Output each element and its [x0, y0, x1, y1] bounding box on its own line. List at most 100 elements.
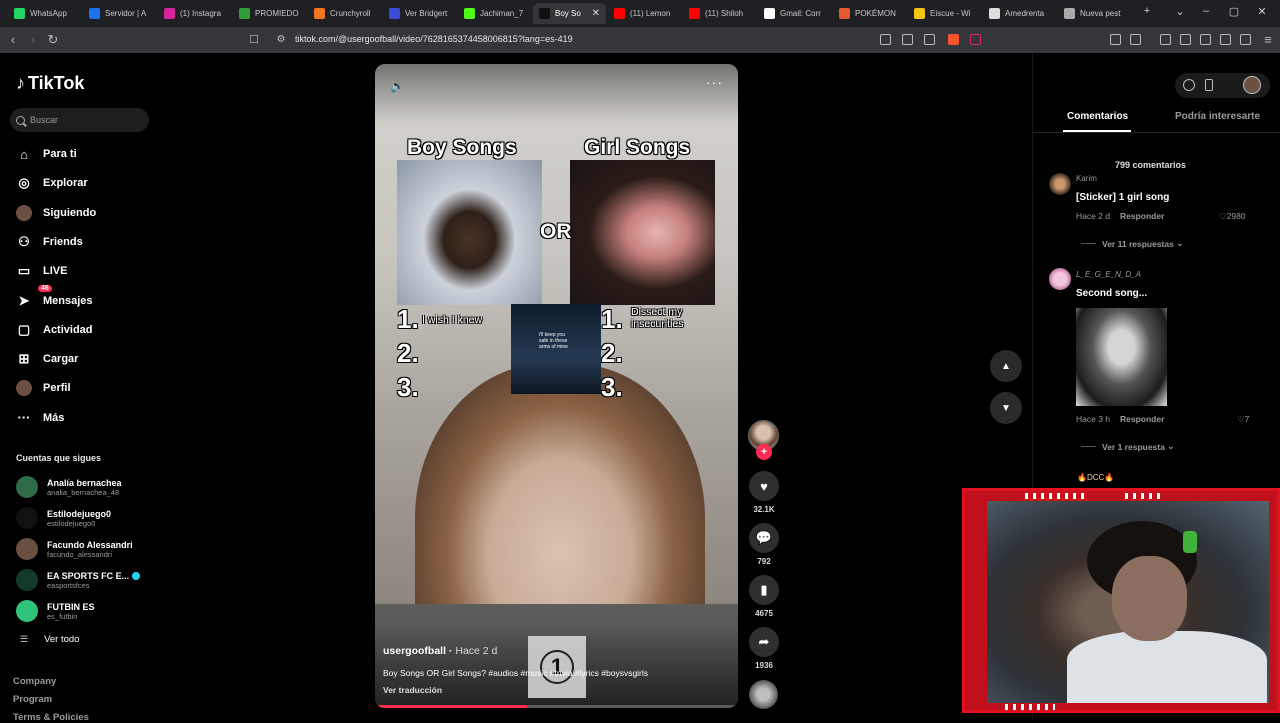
footer-company[interactable]: Company: [13, 676, 56, 687]
brave-shield-icon[interactable]: [948, 34, 959, 45]
comment-sticker-image[interactable]: [1076, 308, 1167, 406]
comment-like[interactable]: ♡7: [1237, 414, 1249, 425]
wallet-icon[interactable]: [1200, 34, 1211, 45]
comment-user[interactable]: 🔥DCC🔥: [1077, 473, 1114, 482]
browser-tab[interactable]: Boy So ✕: [533, 3, 606, 24]
more-icon: ···: [17, 410, 31, 426]
tab-favicon-icon: [314, 8, 325, 19]
browser-tab[interactable]: Gmail: Corr: [758, 3, 831, 24]
user-avatar[interactable]: [1243, 76, 1261, 94]
screenshot-icon[interactable]: [1130, 34, 1141, 45]
view-replies-button[interactable]: Ver 11 respuestas ⌄: [1081, 238, 1183, 249]
comment-like[interactable]: ♡2980: [1219, 211, 1246, 222]
browser-tab[interactable]: POKÉMON: [833, 3, 906, 24]
following-account[interactable]: FUTBIN ES es_futbin: [16, 599, 95, 623]
tab-you-may-like[interactable]: Podría interesarte: [1175, 111, 1261, 122]
following-account[interactable]: EA SPORTS FC E... easportsfces: [16, 568, 141, 592]
video-author[interactable]: usergoofball · Hace 2 d: [383, 645, 497, 657]
reload-icon[interactable]: ↻: [45, 32, 61, 48]
extension-icon[interactable]: [880, 34, 891, 45]
browser-tab[interactable]: Eiscue - Wi: [908, 3, 981, 24]
url-text[interactable]: tiktok.com/@usergoofball/video/762816537…: [295, 34, 573, 44]
friends-icon: ⚇: [18, 233, 30, 249]
tab-search-icon[interactable]: ⌄: [1170, 5, 1190, 18]
browser-tab[interactable]: WhatsApp: [8, 3, 81, 24]
reply-button[interactable]: Responder: [1120, 211, 1164, 221]
close-window-icon[interactable]: ✕: [1252, 5, 1272, 18]
like-action[interactable]: ♥ 32.1K: [748, 471, 780, 514]
back-icon[interactable]: ‹: [5, 32, 21, 48]
sidebar-item-live[interactable]: ▭ LIVE: [16, 261, 68, 281]
maximize-icon[interactable]: ▢: [1224, 5, 1244, 18]
open-icon[interactable]: [902, 34, 913, 45]
menu-icon[interactable]: ≡: [1260, 32, 1276, 48]
extensions-icon[interactable]: [1110, 34, 1121, 45]
tiktok-logo[interactable]: ♪ TikTok: [16, 73, 84, 94]
sidebar-item-profile-avatar[interactable]: ● Perfil: [16, 378, 71, 398]
share-icon[interactable]: [924, 34, 935, 45]
comment-action[interactable]: 💬 792: [748, 523, 780, 566]
browser-tab[interactable]: Crunchyroll: [308, 3, 381, 24]
browser-tab[interactable]: (1) Instagra: [158, 3, 231, 24]
tip-icon[interactable]: [1183, 79, 1195, 91]
rewards-icon[interactable]: [970, 34, 981, 45]
comment-avatar[interactable]: [1049, 268, 1071, 290]
previous-video-chevron-up-icon[interactable]: ▲: [990, 350, 1022, 382]
footer-program[interactable]: Program: [13, 694, 52, 705]
vpn-icon[interactable]: [1240, 34, 1251, 45]
footer-terms[interactable]: Terms & Policies: [13, 712, 89, 723]
share-arrow-icon[interactable]: ➦: [749, 627, 779, 657]
sidebar-item-compass[interactable]: ◎ Explorar: [16, 173, 87, 193]
following-account[interactable]: Facundo Alessandri facundo_alessandri: [16, 537, 133, 561]
next-video-chevron-down-icon[interactable]: ▼: [990, 392, 1022, 424]
sidebar-icon[interactable]: [1180, 34, 1191, 45]
share-action[interactable]: ➦ 1936: [748, 627, 780, 670]
comment-user[interactable]: Karim: [1076, 174, 1097, 183]
author-name[interactable]: usergoofball: [383, 645, 446, 657]
leo-icon[interactable]: [1220, 34, 1231, 45]
translate-link[interactable]: Ver traducción: [383, 685, 442, 695]
bookmark-save-icon[interactable]: ▮: [749, 575, 779, 605]
device-icon[interactable]: [1205, 79, 1213, 91]
view-replies-button[interactable]: Ver 1 respuesta ⌄: [1081, 441, 1174, 452]
following-account[interactable]: Estilodejuego0 estilodejuego0: [16, 506, 111, 530]
comment-avatar[interactable]: [1049, 173, 1071, 195]
volume-icon[interactable]: 🔈: [390, 79, 405, 93]
browser-tab[interactable]: Nueva pest: [1058, 3, 1131, 24]
sidebar-item-activity[interactable]: ▢ Actividad: [16, 320, 93, 340]
sidebar-item-following-avatar[interactable]: ● Siguiendo: [16, 203, 96, 223]
browser-tab[interactable]: (11) Lemon: [608, 3, 681, 24]
sidebar-item-messages[interactable]: ➤ Mensajes 46: [16, 284, 93, 311]
close-tab-icon[interactable]: ✕: [592, 8, 600, 19]
comment-icon[interactable]: 💬: [749, 523, 779, 553]
music-disc-icon[interactable]: [749, 680, 778, 709]
browser-tab[interactable]: Ver Bridgert: [383, 3, 456, 24]
reply-button[interactable]: Responder: [1120, 414, 1164, 424]
forward-icon[interactable]: ›: [25, 32, 41, 48]
video-player[interactable]: 🔈 ··· Boy Songs Girl Songs OR 1. 2. 3. 1…: [375, 64, 738, 708]
save-action[interactable]: ▮ 4675: [748, 575, 780, 618]
browser-tab[interactable]: Amedrenta: [983, 3, 1056, 24]
follow-plus-icon[interactable]: +: [756, 444, 772, 460]
new-tab-button[interactable]: +: [1137, 5, 1157, 17]
browser-tab[interactable]: (11) Shiloh: [683, 3, 756, 24]
site-info-icon[interactable]: ⚙: [273, 32, 289, 48]
sidebar-item-friends[interactable]: ⚇ Friends: [16, 232, 83, 252]
following-account[interactable]: Analía bernachea analia_bernachea_48: [16, 475, 122, 499]
bookmark-icon[interactable]: ☐: [246, 32, 262, 48]
minimize-icon[interactable]: –: [1196, 5, 1216, 17]
comment-user[interactable]: L_E_G_E_N_D_A: [1076, 270, 1141, 279]
video-progress-bar[interactable]: [375, 705, 738, 708]
browser-tab[interactable]: Jachiman_7: [458, 3, 531, 24]
browser-tab[interactable]: Servidor | A: [83, 3, 156, 24]
media-icon[interactable]: [1160, 34, 1171, 45]
search-input[interactable]: Buscar: [10, 108, 149, 132]
more-options-icon[interactable]: ···: [706, 74, 723, 90]
browser-tab[interactable]: PROMIEDO: [233, 3, 306, 24]
sidebar-item-upload[interactable]: ⊞ Cargar: [16, 349, 79, 369]
tab-comments[interactable]: Comentarios: [1067, 111, 1128, 122]
heart-icon[interactable]: ♥: [749, 471, 779, 501]
sidebar-item-more[interactable]: ··· Más: [16, 408, 65, 428]
see-all-button[interactable]: ☰ Ver todo: [20, 634, 79, 645]
sidebar-item-home[interactable]: ⌂ Para ti: [16, 144, 77, 164]
